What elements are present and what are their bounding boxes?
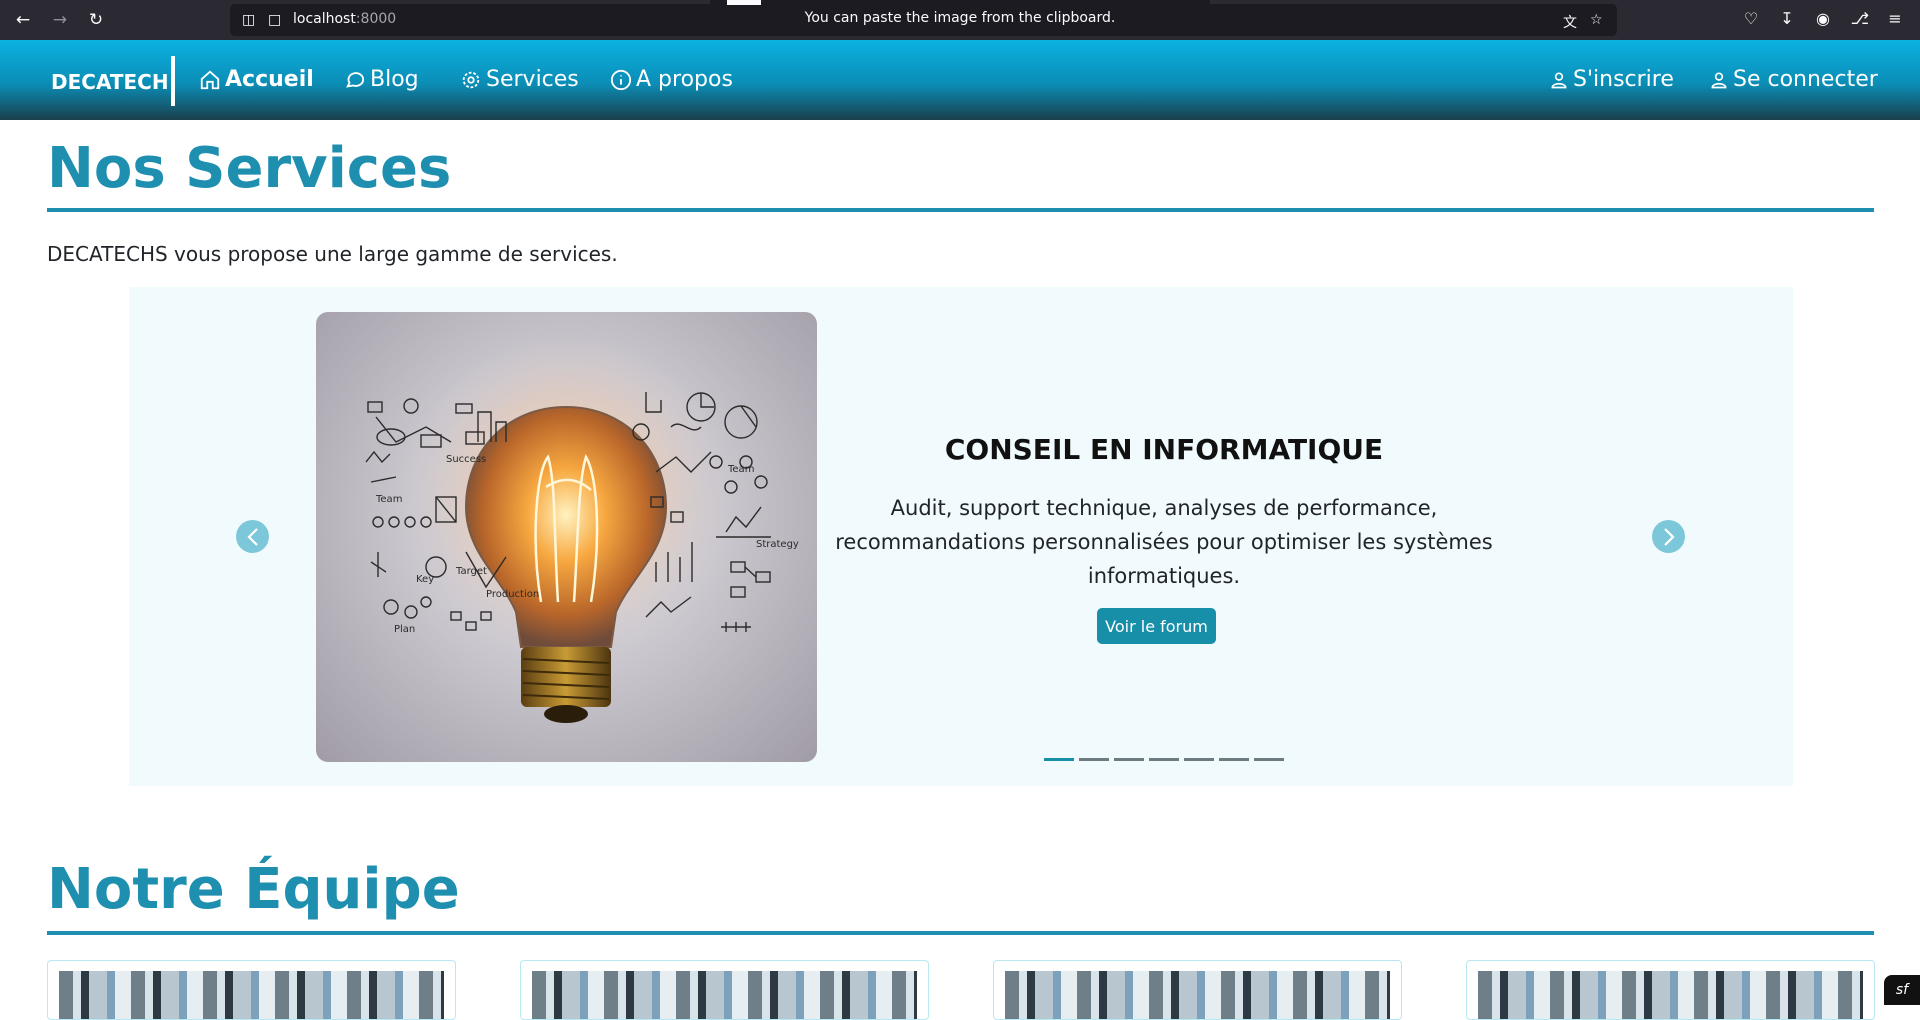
nav-label-services: Services [486,67,579,92]
signup-link[interactable]: S'inscrire [1549,67,1674,92]
site-navbar: DECATECH Accueil Blog Services A propos … [0,40,1920,120]
browser-toolbar: ← → ↻ ◫ □ localhost:8000 文 ☆ You can pas… [0,0,1920,40]
nav-link-a-propos[interactable]: A propos [610,67,733,92]
services-intro: DECATECHS vous propose une large gamme d… [47,242,618,266]
doodle-success: Success [446,454,486,465]
menu-icon[interactable]: ≡ [1884,9,1906,28]
team-card[interactable] [47,960,456,1020]
services-title: Nos Services [47,136,452,201]
back-icon[interactable]: ← [11,8,35,32]
view-forum-button[interactable]: Voir le forum [1097,608,1216,644]
brand-logo[interactable]: DECATECH [51,70,169,94]
team-title: Notre Équipe [47,857,460,922]
team-photo [1478,971,1863,1019]
downloads-icon[interactable]: ↧ [1776,9,1798,28]
doodle-production: Production [486,589,539,600]
doodle-plan: Plan [394,624,415,635]
reload-icon[interactable]: ↻ [84,8,108,32]
nav-link-services[interactable]: Services [460,67,579,92]
account-icon[interactable]: ◉ [1812,9,1834,28]
team-photo [59,971,444,1019]
services-carousel: Success Team Team Key Target Production … [129,287,1793,786]
nav-link-accueil[interactable]: Accueil [199,67,314,92]
user-icon [1711,72,1727,88]
team-card[interactable] [1466,960,1875,1020]
gear-icon [462,71,480,88]
nav-label-accueil: Accueil [225,67,314,92]
chat-bubble-icon [346,71,365,88]
carousel-next-button[interactable] [1652,520,1685,553]
carousel-indicator[interactable] [1079,758,1109,761]
login-link[interactable]: Se connecter [1709,67,1878,92]
carousel-indicator[interactable] [1149,758,1179,761]
team-card[interactable] [993,960,1402,1020]
team-photo [532,971,917,1019]
slide-title: CONSEIL EN INFORMATIQUE [944,433,1384,466]
nav-label-blog: Blog [370,67,419,92]
chevron-right-icon [1663,527,1675,546]
url-port: :8000 [355,11,397,27]
bookmark-star-icon[interactable]: ☆ [1590,12,1603,28]
brand-divider [171,56,175,106]
chevron-left-icon [246,527,258,546]
signup-label: S'inscrire [1573,67,1674,92]
url-host: localhost [293,11,356,27]
extensions-icon[interactable]: ⎇ [1849,9,1871,28]
nav-label-a-propos: A propos [636,67,733,92]
team-photo [1005,971,1390,1019]
home-icon [200,70,220,89]
team-title-underline [47,931,1874,935]
toast-text: You can paste the image from the clipboa… [804,9,1116,26]
login-label: Se connecter [1733,67,1878,92]
symfony-toolbar-icon[interactable]: sf [1884,975,1920,1005]
page-icon[interactable]: □ [268,12,281,28]
shield-icon[interactable]: ◫ [242,12,255,28]
clipboard-toast: You can paste the image from the clipboa… [710,0,1210,35]
info-icon [610,69,632,90]
user-icon [1551,72,1567,88]
lightbulb-illustration: Success Team Team Key Target Production … [365,342,799,723]
pocket-icon[interactable]: ♡ [1740,9,1762,28]
team-card[interactable] [520,960,929,1020]
doodle-target: Target [455,566,487,577]
carousel-indicator[interactable] [1254,758,1284,761]
doodle-strategy: Strategy [756,539,799,550]
forward-icon[interactable]: → [48,8,72,32]
translate-icon[interactable]: 文 [1563,12,1577,32]
toast-marker [727,0,761,5]
carousel-prev-button[interactable] [236,520,269,553]
carousel-indicators [1044,758,1284,761]
carousel-indicator[interactable] [1184,758,1214,761]
doodle-team-left: Team [375,494,402,505]
carousel-indicator[interactable] [1114,758,1144,761]
doodle-key: Key [416,574,434,585]
lightbulb-image: Success Team Team Key Target Production … [316,312,817,762]
url-text[interactable]: localhost:8000 [293,11,396,27]
services-title-underline [47,208,1874,212]
nav-link-blog[interactable]: Blog [344,67,419,92]
carousel-indicator[interactable] [1044,758,1074,761]
slide-description: Audit, support technique, analyses de pe… [835,496,1493,588]
carousel-indicator[interactable] [1219,758,1249,761]
